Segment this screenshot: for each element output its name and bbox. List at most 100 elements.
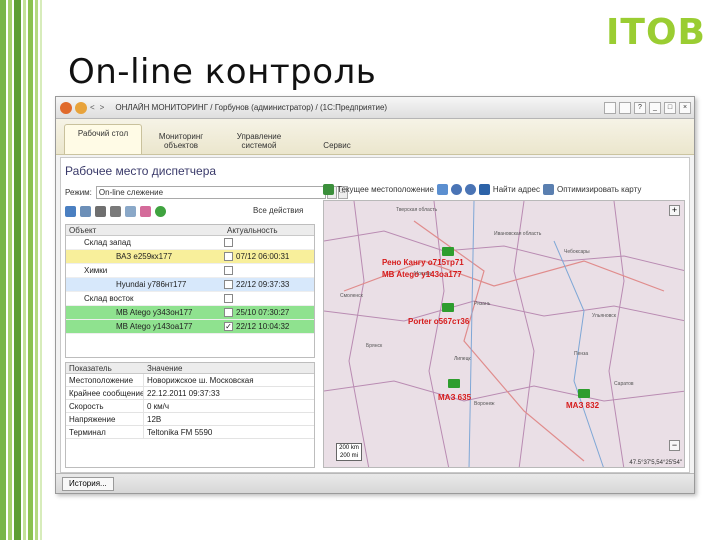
all-actions-menu[interactable]: Все действия xyxy=(253,206,303,215)
indicator-name: Напряжение xyxy=(66,412,144,426)
object-name: ВАЗ е259кх177 xyxy=(116,252,173,261)
city-label: Ульяновск xyxy=(592,313,616,319)
filter-icon[interactable] xyxy=(125,205,136,217)
menu-icon[interactable] xyxy=(75,101,87,114)
vehicle-label[interactable]: Рено Кангу о715тр71 xyxy=(382,258,464,267)
visibility-checkbox[interactable] xyxy=(224,280,233,289)
page-title: Рабочее место диспетчера xyxy=(65,164,217,178)
slide-title: On-line контроль xyxy=(68,52,377,92)
help-icon[interactable]: ? xyxy=(634,101,646,114)
visibility-checkbox[interactable] xyxy=(224,308,233,317)
scale-mi: 200 mi xyxy=(339,453,358,459)
table-row[interactable]: Химки xyxy=(66,264,314,278)
zoom-out-button[interactable]: − xyxy=(669,440,680,451)
visibility-checkbox[interactable] xyxy=(224,266,233,275)
sort-desc-icon[interactable] xyxy=(110,205,121,217)
brand-logo: ITOB xyxy=(606,12,706,53)
city-label: Рязань xyxy=(474,301,491,307)
scale-km: 200 km xyxy=(339,445,359,451)
maximize-icon[interactable]: □ xyxy=(664,101,676,114)
tab-service[interactable]: Сервис xyxy=(298,137,376,154)
indicator-name: Крайнее сообщение xyxy=(66,386,144,400)
section-tabs: Рабочий стол Мониторинг объектов Управле… xyxy=(56,119,694,155)
calendar-icon[interactable] xyxy=(619,101,631,114)
vehicle-label[interactable]: МАЗ 635 xyxy=(438,393,471,402)
truck-icon[interactable] xyxy=(578,389,590,398)
tab-management[interactable]: Управление системой xyxy=(220,128,298,154)
table-row[interactable]: Склад запад xyxy=(66,236,314,250)
zoom-in-button[interactable]: + xyxy=(669,205,680,216)
close-icon[interactable]: × xyxy=(679,101,691,114)
clear-filter-icon[interactable] xyxy=(140,205,151,217)
history-button[interactable]: История... xyxy=(62,477,114,491)
objects-table-header: Объект Актуальность xyxy=(66,225,314,236)
forward-button[interactable]: > xyxy=(100,103,105,112)
object-name: Склад восток xyxy=(84,294,134,303)
fit-map-icon[interactable] xyxy=(543,184,554,195)
vehicle-label[interactable]: Porter о567ст36 xyxy=(408,317,469,326)
truck-icon[interactable] xyxy=(442,303,454,312)
table-row[interactable]: ВАЗ е259кх177 07/12 06:00:31 xyxy=(66,250,314,264)
copy-icon[interactable] xyxy=(604,101,616,114)
object-name: Hyundai у786нт177 xyxy=(116,280,187,289)
map-roads xyxy=(324,201,684,467)
current-location-button[interactable]: Текущее местоположение xyxy=(337,185,434,194)
objects-toolbar xyxy=(65,204,166,218)
sort-asc-icon[interactable] xyxy=(95,205,106,217)
indicator-value: 0 км/ч xyxy=(147,401,170,411)
app-window: < > ОНЛАЙН МОНИТОРИНГ / Горбунов (админи… xyxy=(55,96,695,494)
binoculars-icon[interactable] xyxy=(478,184,490,195)
city-label: Тверская область xyxy=(396,207,438,213)
indicator-value: Новорижское ш. Московская xyxy=(147,375,254,385)
zoom-in-icon[interactable] xyxy=(450,184,462,195)
indicator-name: Скорость xyxy=(66,399,144,413)
city-label: Саратов xyxy=(614,381,634,387)
location-icon[interactable] xyxy=(323,184,334,195)
find-address-button[interactable]: Найти адрес xyxy=(493,185,540,194)
vehicle-label[interactable]: MB Atego у143оа177 xyxy=(382,270,462,279)
zoom-out-icon[interactable] xyxy=(464,184,476,195)
table-row[interactable]: MB Atego у143оа177 ✓ 22/12 10:04:32 xyxy=(66,320,314,334)
copy-icon[interactable] xyxy=(80,205,91,217)
back-button[interactable]: < xyxy=(90,103,95,112)
table-row[interactable]: Hyundai у786нт177 22/12 09:37:33 xyxy=(66,278,314,292)
col-actual[interactable]: Актуальность xyxy=(224,225,278,235)
indicator-value: Teltonika FM 5590 xyxy=(147,427,213,437)
object-name: Химки xyxy=(84,266,108,275)
app-icon[interactable] xyxy=(60,101,72,114)
table-row[interactable]: Напряжение 12В xyxy=(66,412,314,426)
col-indicator: Показатель xyxy=(69,364,112,373)
grid-icon[interactable] xyxy=(436,184,448,195)
table-row[interactable]: Склад восток xyxy=(66,292,314,306)
map-view[interactable]: Тверская область Ивановская область Чебо… xyxy=(323,200,685,468)
tab-desktop[interactable]: Рабочий стол xyxy=(64,124,142,154)
indicator-name: Терминал xyxy=(66,425,144,439)
city-label: Пенза xyxy=(574,351,589,357)
decorative-stripes xyxy=(0,0,50,540)
refresh-icon[interactable] xyxy=(155,205,166,217)
actual-date: 07/12 06:00:31 xyxy=(236,252,290,261)
table-row[interactable]: Терминал Teltonika FM 5590 xyxy=(66,425,314,439)
col-object[interactable]: Объект xyxy=(66,225,224,235)
fit-map-button[interactable]: Оптимизировать карту xyxy=(557,185,641,194)
tab-monitoring[interactable]: Мониторинг объектов xyxy=(142,128,220,154)
properties-table: Показатель Значение Местоположение Новори… xyxy=(65,362,315,468)
truck-icon[interactable] xyxy=(448,379,460,388)
visibility-checkbox[interactable] xyxy=(224,294,233,303)
minimize-icon[interactable]: _ xyxy=(649,101,661,114)
mode-select[interactable]: On-line слежение xyxy=(95,186,326,199)
objects-table: Объект Актуальность Склад запад ВАЗ е259к… xyxy=(65,224,315,358)
grid-icon[interactable] xyxy=(65,205,76,217)
mode-label: Режим: xyxy=(65,188,92,197)
vehicle-label[interactable]: МАЗ 832 xyxy=(566,401,599,410)
visibility-checkbox[interactable]: ✓ xyxy=(224,322,233,331)
table-row[interactable]: Местоположение Новорижское ш. Московская xyxy=(66,373,314,387)
actual-date: 22/12 10:04:32 xyxy=(236,322,290,331)
table-row[interactable]: Крайнее сообщение 22.12.2011 09:37:33 xyxy=(66,386,314,400)
visibility-checkbox[interactable] xyxy=(224,252,233,261)
table-row[interactable]: MB Atego у343он177 25/10 07:30:27 xyxy=(66,306,314,320)
indicator-name: Местоположение xyxy=(66,373,144,387)
table-row[interactable]: Скорость 0 км/ч xyxy=(66,399,314,413)
truck-icon[interactable] xyxy=(442,247,454,256)
visibility-checkbox[interactable] xyxy=(224,238,233,247)
